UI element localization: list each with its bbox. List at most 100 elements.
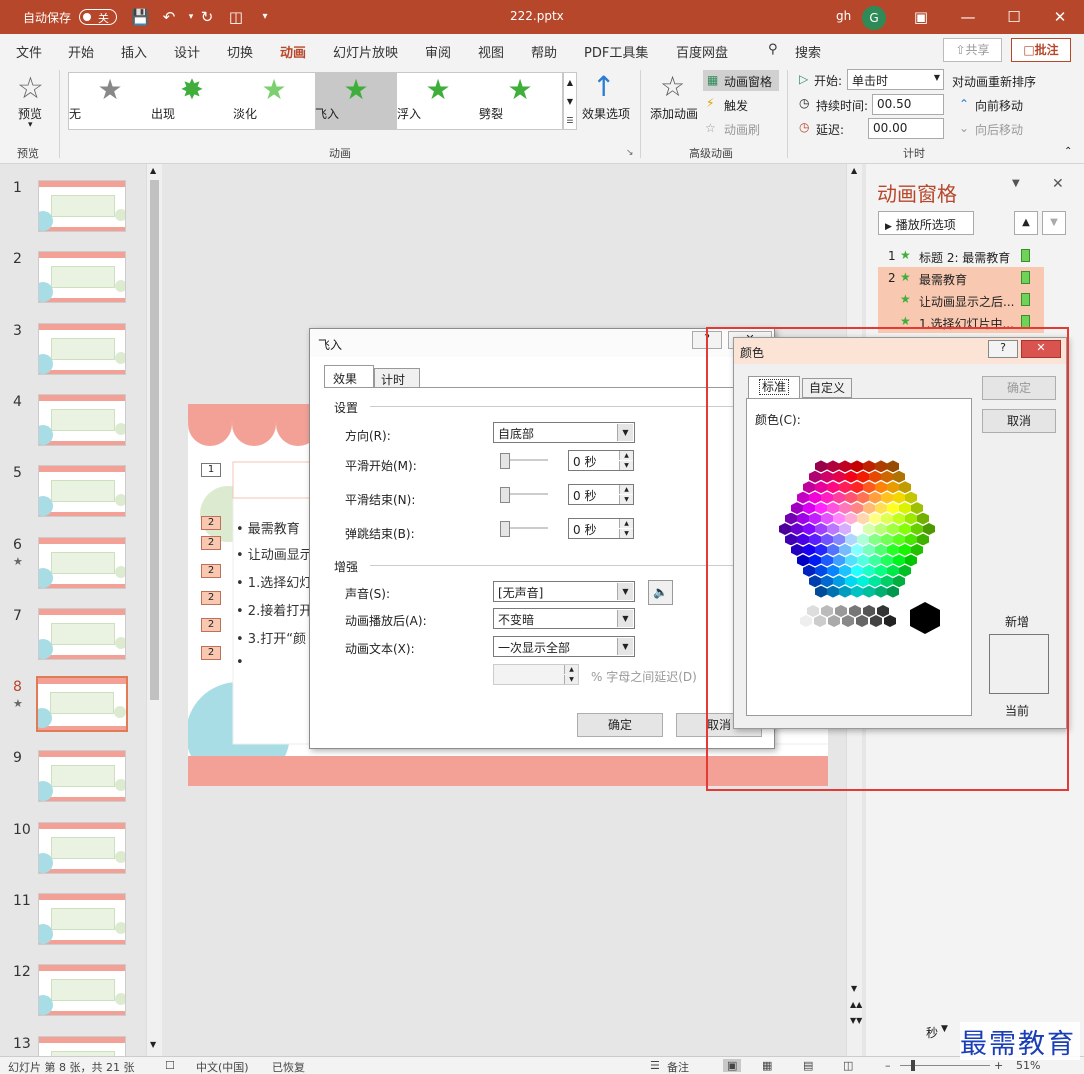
animation-list-item[interactable]: 2 ★ 最需教育 — [878, 267, 1044, 289]
anim-none[interactable]: ★ 无 — [69, 73, 151, 129]
zoom-out-icon[interactable]: – — [885, 1059, 891, 1072]
tab-pdf-tools[interactable]: PDF工具集 — [584, 42, 648, 61]
pane-options-icon[interactable]: ▼ — [1012, 178, 1020, 189]
trigger-button[interactable]: 触发 — [724, 97, 748, 114]
animate-text-select[interactable]: 一次显示全部 ▼ — [493, 636, 635, 657]
notes-icon[interactable]: ☰ — [650, 1059, 660, 1072]
thumbnail-scrollbar[interactable]: ▲ ▼ — [146, 164, 162, 1056]
effect-options-icon[interactable]: ↑ — [592, 70, 615, 103]
ok-button[interactable]: 确定 — [577, 713, 663, 737]
minimize-icon[interactable]: — — [959, 8, 977, 26]
seconds-dropdown-icon[interactable]: ▼ — [941, 1024, 948, 1034]
tab-design[interactable]: 设计 — [174, 42, 200, 61]
anim-badge[interactable]: 2 — [201, 516, 221, 530]
duration-field[interactable]: 00.50 — [872, 94, 944, 115]
save-icon[interactable]: 💾 — [131, 8, 150, 26]
anim-appear[interactable]: ✸ 出现 — [151, 73, 233, 129]
effect-options-button[interactable]: 效果选项 — [582, 105, 630, 122]
anim-badge[interactable]: 2 — [201, 618, 221, 632]
slide-bullet[interactable]: • 让动画显示 — [236, 544, 313, 563]
language[interactable]: 中文(中国) — [196, 1059, 249, 1074]
redo-icon[interactable]: ↻ — [198, 8, 216, 26]
next-slide-icon[interactable]: ▼▼ — [850, 1016, 862, 1025]
slide-thumbnail[interactable] — [38, 465, 126, 518]
slide-thumbnail[interactable] — [38, 893, 126, 945]
tab-timing[interactable]: 计时 — [374, 368, 420, 388]
scroll-up-icon[interactable]: ▲ — [150, 166, 156, 175]
anim-fade[interactable]: ★ 淡化 — [233, 73, 315, 129]
ribbon-display-icon[interactable]: ▣ — [912, 8, 930, 26]
avatar[interactable]: G — [862, 6, 886, 30]
slide-bullet[interactable]: • — [236, 655, 244, 670]
tab-baidu-netdisk[interactable]: 百度网盘 — [676, 42, 728, 61]
slide-thumbnail[interactable] — [38, 536, 126, 589]
customize-qat-icon[interactable]: ▾ — [256, 8, 274, 26]
tab-effect[interactable]: 效果 — [324, 365, 374, 388]
undo-icon[interactable]: ↶ — [160, 8, 178, 26]
slide-thumbnail[interactable] — [38, 180, 126, 232]
notes-button[interactable]: 备注 — [667, 1059, 689, 1074]
anim-fly-in[interactable]: ★ 飞入 — [315, 73, 397, 129]
dialog-launcher-icon[interactable]: ↘ — [626, 148, 634, 158]
tab-view[interactable]: 视图 — [478, 42, 504, 61]
tab-help[interactable]: 帮助 — [531, 42, 557, 61]
zoom-slider[interactable] — [900, 1060, 990, 1071]
trigger-icon[interactable]: ⚡ — [706, 96, 714, 110]
animation-pane-button[interactable]: ▦ 动画窗格 — [703, 70, 779, 91]
move-up-icon[interactable]: ▲ — [1014, 211, 1038, 235]
anim-badge[interactable]: 2 — [201, 564, 221, 578]
scroll-down-icon[interactable]: ▼ — [851, 984, 857, 993]
share-button[interactable]: ⇧共享 — [943, 38, 1002, 62]
move-earlier-icon[interactable]: ⌃ — [959, 97, 969, 111]
slide-thumbnail[interactable] — [36, 676, 128, 733]
slide-bullet[interactable]: • 3.打开“颜 — [236, 628, 306, 647]
anim-float-in[interactable]: ★ 浮入 — [397, 73, 479, 129]
delay-field[interactable]: 00.00 — [868, 118, 944, 139]
spellcheck-icon[interactable]: ☐ — [165, 1059, 175, 1072]
after-animation-select[interactable]: 不变暗 ▼ — [493, 608, 635, 629]
preview-dropdown-icon[interactable]: ▾ — [28, 120, 33, 130]
search-icon[interactable]: ⚲ — [768, 42, 778, 57]
collapse-ribbon-icon[interactable]: ⌃ — [1064, 146, 1072, 157]
anim-badge[interactable]: 2 — [201, 591, 221, 605]
search-label[interactable]: 搜索 — [795, 42, 821, 61]
normal-view-icon[interactable]: ▣ — [723, 1059, 742, 1072]
tab-review[interactable]: 审阅 — [425, 42, 451, 61]
reading-view-icon[interactable]: ▤ — [803, 1059, 813, 1072]
speaker-icon[interactable]: 🔈 — [648, 580, 673, 605]
tab-animations[interactable]: 动画 — [280, 42, 307, 67]
animation-list-item[interactable]: 1 ★ 标题 2: 最需教育 — [878, 245, 1044, 267]
pane-close-icon[interactable]: ✕ — [1052, 176, 1064, 192]
anim-badge[interactable]: 2 — [201, 646, 221, 660]
prev-slide-icon[interactable]: ▲▲ — [850, 1000, 862, 1009]
slide-thumbnail[interactable] — [38, 607, 126, 660]
sound-select[interactable]: [无声音] ▼ — [493, 581, 635, 602]
tab-slideshow[interactable]: 幻灯片放映 — [333, 42, 398, 61]
zoom-in-icon[interactable]: + — [994, 1059, 1003, 1072]
add-animation-icon[interactable]: ☆ — [660, 70, 685, 103]
comment-button[interactable]: □批注 — [1011, 38, 1071, 62]
smooth-end-spinner[interactable]: 0 秒 ▲ ▼ — [568, 484, 634, 505]
play-selected-button[interactable]: ▶ 播放所选项 — [878, 211, 974, 235]
slide-bullet[interactable]: • 最需教育 — [236, 518, 300, 537]
maximize-icon[interactable]: ☐ — [1005, 8, 1023, 26]
slide-bullet[interactable]: • 1.选择幻灯 — [236, 572, 312, 591]
tab-file[interactable]: 文件 — [16, 42, 42, 61]
tab-home[interactable]: 开始 — [68, 42, 94, 61]
autosave-toggle[interactable]: 关 — [79, 9, 117, 25]
scroll-down-icon[interactable]: ▼ — [150, 1040, 156, 1049]
slide-sorter-icon[interactable]: ▦ — [762, 1059, 772, 1072]
anim-split[interactable]: ★ 劈裂 — [479, 73, 561, 129]
smooth-start-spinner[interactable]: 0 秒 ▲ ▼ — [568, 450, 634, 471]
zoom-slider-thumb[interactable] — [911, 1060, 915, 1071]
close-icon[interactable]: ✕ — [1051, 8, 1069, 26]
tab-insert[interactable]: 插入 — [121, 42, 147, 61]
present-icon[interactable]: ◫ — [227, 8, 245, 26]
slideshow-icon[interactable]: ◫ — [843, 1059, 853, 1072]
slide-thumbnail[interactable] — [38, 393, 126, 446]
anim-badge[interactable]: 1 — [201, 463, 221, 477]
move-earlier-button[interactable]: 向前移动 — [975, 97, 1023, 114]
direction-select[interactable]: 自底部 ▼ — [493, 422, 635, 443]
slide-thumbnail[interactable] — [38, 964, 126, 1017]
slide-thumbnail[interactable] — [38, 322, 126, 375]
